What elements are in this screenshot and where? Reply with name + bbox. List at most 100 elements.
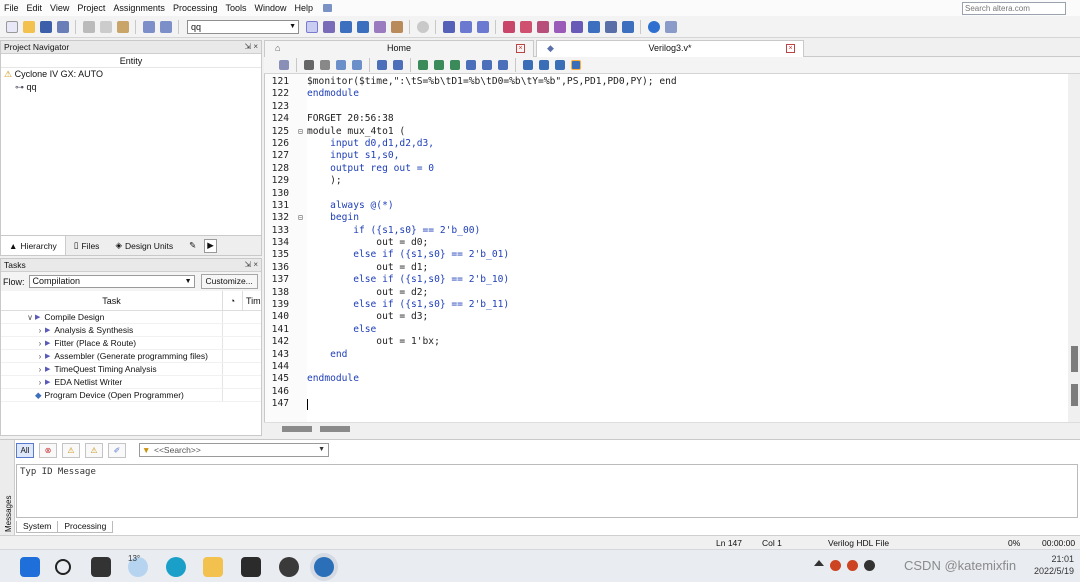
find-icon[interactable]: [304, 60, 314, 70]
compile-design-icon[interactable]: [356, 20, 369, 33]
start-compilation-icon[interactable]: [442, 20, 455, 33]
menu-window[interactable]: Window: [250, 3, 290, 13]
expand-icon[interactable]: [482, 60, 492, 70]
whats-new-icon[interactable]: [664, 20, 677, 33]
task-row[interactable]: ◆ Program Device (Open Programmer): [1, 389, 261, 402]
chevron-right-icon[interactable]: ›: [35, 363, 45, 376]
split-view-icon[interactable]: [571, 60, 581, 70]
quartus-icon[interactable]: [314, 557, 334, 577]
help-icon[interactable]: [647, 20, 660, 33]
goto-line-icon[interactable]: [336, 60, 346, 70]
tab-ip-components[interactable]: ✎: [181, 236, 204, 255]
menu-help[interactable]: Help: [291, 3, 318, 13]
error-filter-icon[interactable]: ⊗: [39, 442, 57, 458]
tray-app-icon[interactable]: [864, 560, 875, 571]
chevron-down-icon[interactable]: ▼: [318, 444, 325, 456]
tab-hierarchy[interactable]: ▲ Hierarchy: [1, 236, 66, 255]
tab-files[interactable]: ▯ Files: [66, 236, 108, 255]
tray-app-icon[interactable]: [847, 560, 858, 571]
menu-file[interactable]: File: [0, 3, 23, 13]
stop-icon[interactable]: [416, 20, 429, 33]
save-all-icon[interactable]: [56, 20, 69, 33]
tab-verilog3[interactable]: ◆ Verilog3.v* ×: [536, 40, 804, 57]
status-column-icon[interactable]: ◔: [223, 291, 243, 310]
critical-warning-filter-icon[interactable]: ⚠: [62, 442, 80, 458]
decrease-indent-icon[interactable]: [539, 60, 549, 70]
start-icon[interactable]: [20, 557, 40, 577]
undo-icon[interactable]: [142, 20, 155, 33]
info-filter-icon[interactable]: ✐: [108, 442, 126, 458]
chevron-right-icon[interactable]: ›: [35, 376, 45, 389]
increase-indent-icon[interactable]: [523, 60, 533, 70]
menu-processing[interactable]: Processing: [169, 3, 222, 13]
task-row[interactable]: ∨ ▶ Compile Design: [1, 311, 261, 324]
new-file-icon[interactable]: [5, 20, 18, 33]
flow-dropdown[interactable]: Compilation ▼: [28, 275, 195, 288]
chip-planner-icon[interactable]: [339, 20, 352, 33]
task-column-header[interactable]: Task: [1, 291, 223, 310]
whats-this-icon[interactable]: [323, 4, 333, 12]
close-icon[interactable]: ×: [786, 44, 795, 53]
scrollbar-thumb[interactable]: [1071, 346, 1078, 372]
pin-planner-icon[interactable]: [322, 20, 335, 33]
warning-filter-icon[interactable]: ⚠: [85, 442, 103, 458]
scrollbar-thumb[interactable]: [1071, 384, 1078, 406]
horizontal-scrollbar[interactable]: [264, 422, 1080, 434]
analysis-synthesis-icon[interactable]: [459, 20, 472, 33]
block-icon[interactable]: [466, 60, 476, 70]
code-editor[interactable]: 121 $monitor($time,":\tS=%b\tD1=%b\tD0=%b…: [264, 74, 1080, 422]
menu-project[interactable]: Project: [73, 3, 109, 13]
panel-controls[interactable]: ⇲ ×: [244, 259, 258, 271]
text-format-icon[interactable]: [279, 60, 289, 70]
file-explorer-icon[interactable]: [203, 557, 223, 577]
tab-home[interactable]: ⌂ Home ×: [264, 40, 534, 57]
fold-collapse-icon[interactable]: ⊟: [298, 212, 303, 224]
menu-edit[interactable]: Edit: [23, 3, 47, 13]
vertical-scrollbar[interactable]: [1068, 74, 1080, 422]
netlist-viewer-icon[interactable]: [373, 20, 386, 33]
find-next-icon[interactable]: [320, 60, 330, 70]
tab-processing[interactable]: Processing: [57, 521, 114, 533]
app-icon[interactable]: [241, 557, 261, 577]
signaltap-icon[interactable]: [604, 20, 617, 33]
project-navigator-icon[interactable]: [305, 20, 318, 33]
fold-collapse-icon[interactable]: ⊟: [298, 126, 303, 138]
top-entity-node[interactable]: ⊶ qq: [1, 81, 261, 94]
menu-view[interactable]: View: [46, 3, 73, 13]
platform-designer-icon[interactable]: [621, 20, 634, 33]
indent-icon[interactable]: [377, 60, 387, 70]
message-list[interactable]: Typ ID Message: [16, 464, 1078, 518]
toggle-view-icon[interactable]: [555, 60, 565, 70]
chevron-down-icon[interactable]: ∨: [25, 311, 35, 324]
user-app-icon[interactable]: [279, 557, 299, 577]
chip-editor-icon[interactable]: [536, 20, 549, 33]
task-row[interactable]: › ▶ Assembler (Generate programming files): [1, 350, 261, 363]
rtl-viewer-icon[interactable]: [553, 20, 566, 33]
task-row[interactable]: › ▶ EDA Netlist Writer: [1, 376, 261, 389]
design-partition-icon[interactable]: [390, 20, 403, 33]
clock[interactable]: 21:01 2022/5/19: [1034, 553, 1074, 577]
close-icon[interactable]: ×: [516, 44, 525, 53]
tray-app-icon[interactable]: [830, 560, 841, 571]
paste-icon[interactable]: [116, 20, 129, 33]
task-row[interactable]: › ▶ Fitter (Place & Route): [1, 337, 261, 350]
tab-system[interactable]: System: [16, 521, 59, 533]
timequest-icon[interactable]: [502, 20, 515, 33]
powerplay-icon[interactable]: [519, 20, 532, 33]
task-row[interactable]: › ▶ Analysis & Synthesis: [1, 324, 261, 337]
device-node[interactable]: ⚠ Cyclone IV GX: AUTO: [1, 68, 261, 81]
entity-dropdown[interactable]: qq ▼: [187, 19, 299, 34]
filter-all-button[interactable]: All: [16, 442, 34, 458]
time-column-header[interactable]: Tim: [243, 291, 261, 310]
open-folder-icon[interactable]: [22, 20, 35, 33]
chevron-up-icon[interactable]: [814, 560, 824, 566]
chevron-right-icon[interactable]: ›: [35, 324, 45, 337]
menu-assignments[interactable]: Assignments: [109, 3, 169, 13]
panel-controls[interactable]: ⇲ ×: [244, 41, 258, 53]
entity-column-header[interactable]: Entity: [1, 54, 261, 68]
search-icon[interactable]: [55, 559, 71, 575]
altera-search-input[interactable]: Search altera.com: [962, 2, 1066, 15]
tabs-scroll-right-button[interactable]: ▶: [204, 238, 217, 253]
tab-design-units[interactable]: ◈ Design Units: [107, 236, 181, 255]
edge-icon[interactable]: [166, 557, 186, 577]
